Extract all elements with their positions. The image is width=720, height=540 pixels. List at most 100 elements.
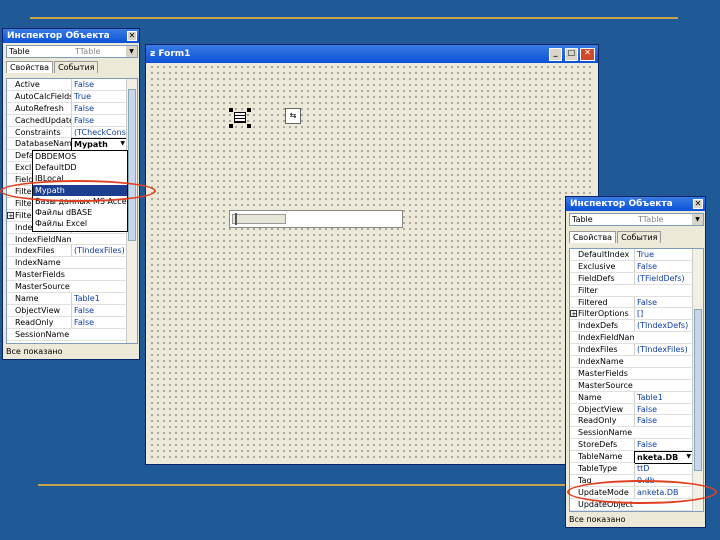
- property-row[interactable]: IndexFieldNam: [570, 332, 703, 345]
- chevron-down-icon[interactable]: ▼: [686, 451, 691, 462]
- tab-events[interactable]: События: [54, 61, 99, 73]
- property-name: MasterFields: [15, 270, 65, 280]
- trackbar-thumb[interactable]: [235, 213, 237, 225]
- property-row[interactable]: CachedUpdatesFalse: [7, 114, 137, 127]
- property-row[interactable]: FieldDefs (TFieldDefs): [570, 272, 703, 285]
- property-name: Active: [15, 80, 40, 89]
- property-row[interactable]: IndexFieldNames: [7, 234, 137, 246]
- property-name: AutoRefresh: [15, 103, 64, 113]
- property-name: Name: [578, 392, 602, 402]
- object-selector[interactable]: Table TTable ▼: [6, 45, 138, 58]
- inspector-tabs: Свойства События: [569, 231, 662, 247]
- property-name: DatabaseName: [15, 139, 71, 149]
- chevron-down-icon[interactable]: ▼: [692, 214, 703, 225]
- property-row[interactable]: Filtered False: [570, 296, 703, 309]
- trackbar[interactable]: [229, 210, 403, 228]
- property-name: MasterSource: [578, 380, 633, 390]
- inspector-titlebar[interactable]: Инспектор Объекта ✕: [566, 197, 705, 211]
- property-name: IndexName: [578, 357, 624, 367]
- property-row[interactable]: Name Table1: [7, 293, 137, 305]
- inspector-titlebar[interactable]: Инспектор Объекта ✕: [3, 29, 139, 43]
- property-row[interactable]: IndexFiles (TIndexFiles): [570, 344, 703, 357]
- property-row[interactable]: Exclusive False: [570, 260, 703, 273]
- property-name: ObjectView: [15, 305, 61, 315]
- dropdown-option[interactable]: Файлы dBASE: [33, 207, 127, 218]
- property-name: StoreDefs: [578, 440, 618, 450]
- property-row[interactable]: Filter: [570, 285, 703, 297]
- property-row[interactable]: ObjectView False: [7, 304, 137, 317]
- tab-properties[interactable]: Свойства: [569, 231, 617, 243]
- property-name: Filtered: [578, 297, 608, 307]
- property-row[interactable]: + FilterOptions[]: [570, 308, 703, 321]
- object-inspector-right: Инспектор Объекта ✕ Table TTable ▼ Свойс…: [565, 196, 706, 528]
- property-row[interactable]: Active False: [7, 79, 137, 91]
- close-icon[interactable]: ✕: [580, 48, 595, 61]
- expand-icon[interactable]: +: [7, 211, 14, 219]
- property-row[interactable]: DatabaseName Mypath ▼: [7, 138, 137, 152]
- object-selector[interactable]: Table TTable ▼: [569, 213, 704, 226]
- property-name: DefaultIndex: [578, 250, 630, 259]
- chevron-down-icon[interactable]: ▼: [120, 138, 125, 149]
- status-bar: Все показано: [6, 347, 63, 356]
- datasource-component-icon[interactable]: ⇆: [285, 108, 301, 124]
- table-component-icon[interactable]: [229, 108, 251, 128]
- tab-events[interactable]: События: [617, 231, 662, 243]
- property-name: IndexFiles: [15, 246, 55, 256]
- property-row[interactable]: StoreDefs False: [570, 439, 703, 452]
- property-row[interactable]: DefaultIndex True: [570, 249, 703, 261]
- inspector-title: Инспектор Объекта: [7, 31, 110, 41]
- trackbar-fill: [232, 214, 286, 224]
- property-row[interactable]: ReadOnly False: [7, 316, 137, 329]
- property-name: FieldDefs: [578, 273, 615, 283]
- scrollbar-thumb[interactable]: [694, 309, 702, 471]
- scrollbar-thumb[interactable]: [128, 89, 136, 241]
- property-name: SessionName: [578, 428, 633, 438]
- property-name: ReadOnly: [15, 317, 54, 327]
- property-row[interactable]: MasterFields: [570, 368, 703, 380]
- tab-properties[interactable]: Свойства: [6, 61, 54, 73]
- property-row[interactable]: IndexName: [570, 356, 703, 368]
- property-name: IndexFieldNames: [15, 234, 71, 244]
- property-name: IndexDefs: [578, 321, 619, 331]
- property-name: ReadOnly: [578, 416, 617, 426]
- property-row[interactable]: MasterFields: [7, 269, 137, 282]
- property-row[interactable]: MasterSource: [570, 380, 703, 392]
- property-row[interactable]: SessionName: [570, 427, 703, 440]
- bottom-rule: [38, 484, 568, 486]
- chevron-down-icon[interactable]: ▼: [126, 46, 137, 57]
- scrollbar[interactable]: [692, 249, 703, 511]
- property-row[interactable]: AutoRefresh False: [7, 102, 137, 115]
- close-icon[interactable]: ✕: [127, 31, 137, 41]
- property-row[interactable]: Constraints (TCheckConstr: [7, 126, 137, 139]
- dropdown-option[interactable]: DefaultDD: [33, 162, 127, 173]
- property-name: FilterOptions: [578, 309, 629, 319]
- property-row[interactable]: IndexDefs(TIndexDefs): [570, 320, 703, 333]
- property-name: TableType: [578, 464, 618, 474]
- property-row[interactable]: AutoCalcFields True: [7, 90, 137, 103]
- property-row[interactable]: Name Table1: [570, 391, 703, 404]
- inspector-title: Инспектор Объекта: [570, 199, 673, 209]
- expand-icon[interactable]: +: [570, 310, 577, 318]
- form-title: Form1: [158, 49, 191, 59]
- property-name: AutoCalcFields: [15, 91, 71, 101]
- property-row[interactable]: TableName nketa.DB ▼: [570, 451, 703, 465]
- maximize-icon[interactable]: □: [565, 48, 578, 61]
- close-icon[interactable]: ✕: [693, 199, 703, 209]
- form-design-surface[interactable]: ⇆: [149, 64, 595, 462]
- object-type: TTable: [75, 47, 101, 56]
- property-name: TableName: [578, 452, 623, 462]
- property-row[interactable]: MasterSource: [7, 281, 137, 294]
- property-row[interactable]: TableType ttD: [570, 463, 703, 475]
- property-row[interactable]: ObjectView False: [570, 403, 703, 416]
- property-name: Exclusive: [578, 261, 616, 271]
- property-row[interactable]: IndexName: [7, 257, 137, 270]
- property-name: IndexFieldNam: [578, 333, 634, 343]
- dropdown-option[interactable]: DBDEMOS: [33, 151, 127, 162]
- property-name: SessionName: [15, 329, 70, 339]
- dropdown-option[interactable]: Файлы Excel: [33, 218, 127, 229]
- property-row[interactable]: IndexFiles (TIndexFiles): [7, 245, 137, 258]
- minimize-icon[interactable]: _: [549, 48, 562, 61]
- form-titlebar[interactable]: ƶ Form1 _ □ ✕: [146, 45, 598, 63]
- property-row[interactable]: SessionName: [7, 329, 137, 341]
- property-row[interactable]: ReadOnly False: [570, 415, 703, 428]
